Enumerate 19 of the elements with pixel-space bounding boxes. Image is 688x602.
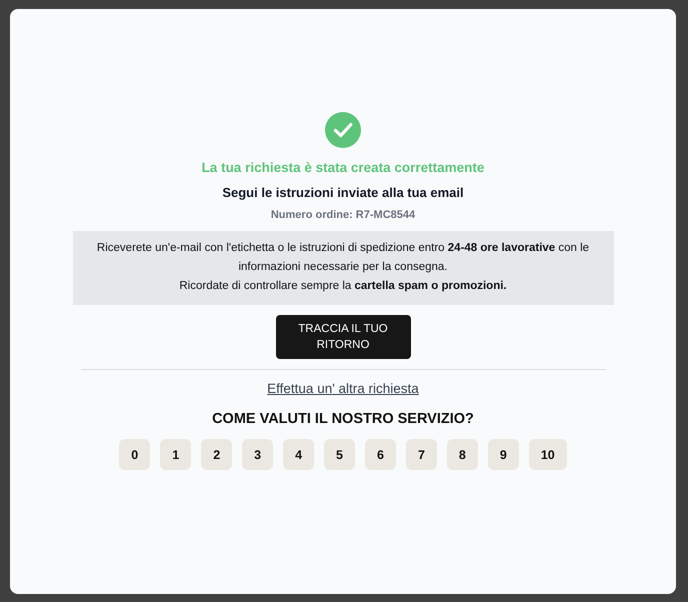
rating-option[interactable]: 10 [528,439,567,470]
order-number: Numero ordine: R7-MC8544 [270,208,416,223]
rating-option[interactable]: 4 [283,439,314,470]
rating-option[interactable]: 5 [324,439,355,470]
info-text: Ricordate di controllare sempre la cartella spam o promozioni. [179,279,507,294]
rating-question: COME VALUTI IL NOSTRO SERVIZIO? [212,410,474,429]
track-return-button[interactable]: TRACCIA IL TUO RITORNO [276,315,410,359]
rating-option[interactable]: 0 [119,439,150,470]
rating-option[interactable]: 9 [488,439,519,470]
new-request-link[interactable]: Effettua un' altra richiesta [267,379,419,399]
rating-option[interactable]: 6 [365,439,396,470]
status-subtitle: Segui le istruzioni inviate alla tua email [222,184,464,202]
info-text: Riceverete un'e-mail con l'etichetta o le istruzioni di spedizione entro 24-48 ore lavorative con le informazioni necessarie per la consegna. [96,241,590,275]
rating-option[interactable]: 2 [201,439,232,470]
rating-option[interactable]: 7 [406,439,437,470]
status-title: La tua richiesta è stata creata correttamente [202,159,484,177]
rating-option[interactable]: 8 [446,439,478,470]
rating-option[interactable]: 3 [242,439,274,470]
rating-option[interactable]: 1 [160,439,192,470]
